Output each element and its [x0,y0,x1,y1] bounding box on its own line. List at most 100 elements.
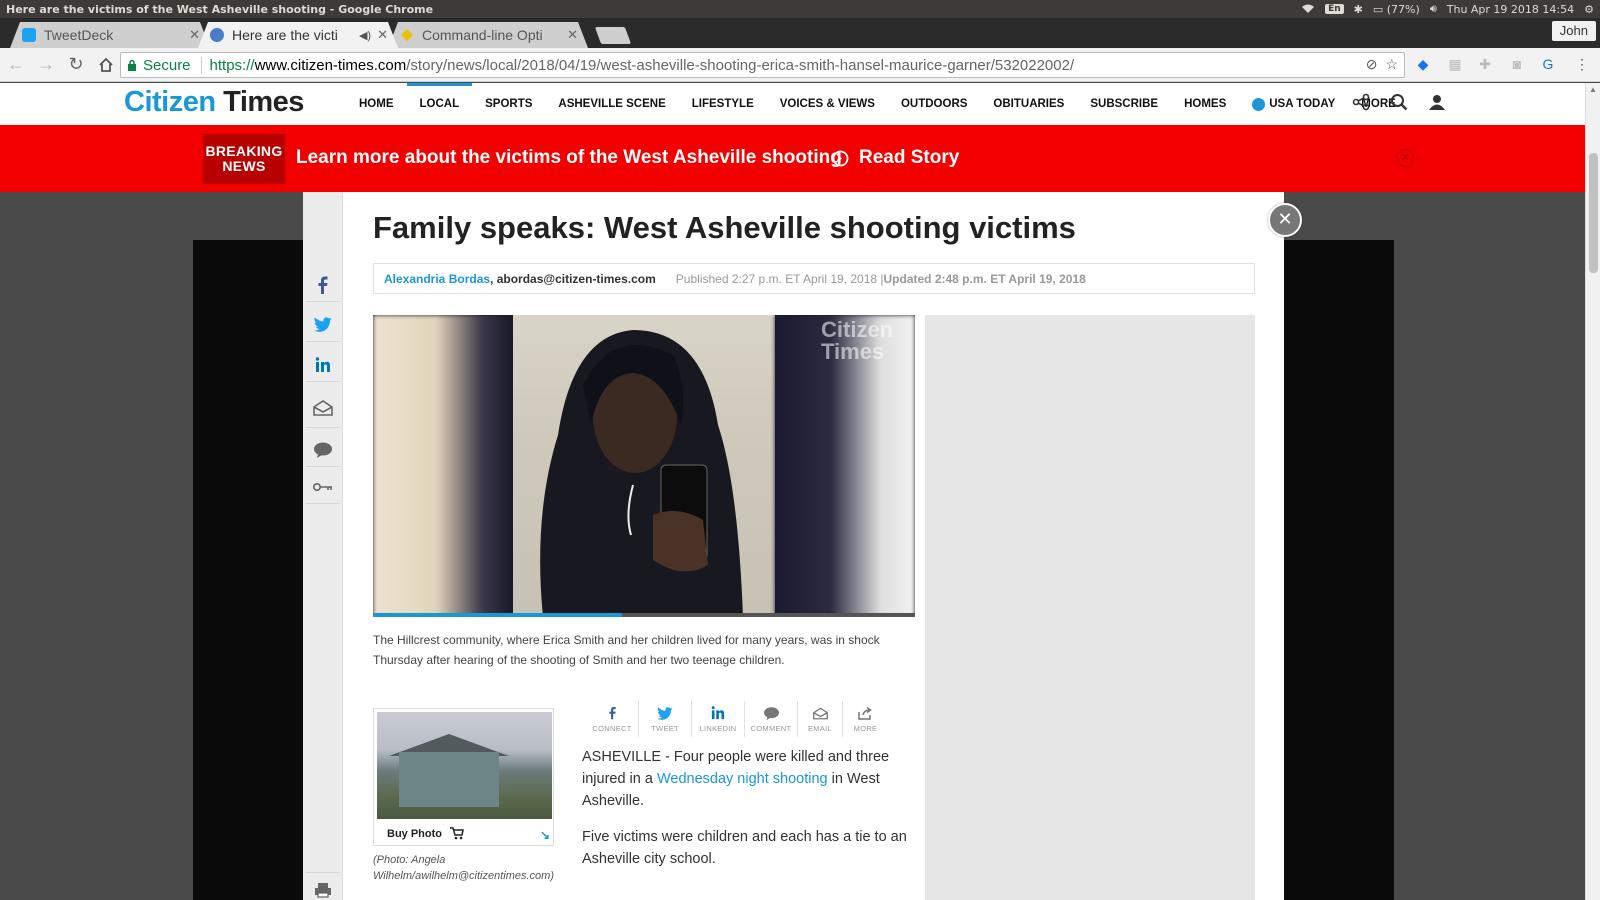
envelope-icon [812,706,828,719]
author-link[interactable]: Alexandria Bordas [384,272,490,286]
clock[interactable]: Thu Apr 19 2018 14:54 [1447,3,1574,16]
bookmark-star-icon[interactable]: ☆ [1385,56,1398,73]
rss-icon[interactable]: ▦ [1445,54,1465,74]
keyboard-layout-indicator[interactable]: En [1325,4,1344,14]
scroll-up-arrow-icon[interactable]: ▲ [1589,85,1597,94]
extension-puzzle-icon[interactable]: ✚ [1475,54,1495,74]
camera-icon[interactable]: ◙ [1507,54,1527,74]
wednesday-shooting-link[interactable]: Wednesday night shooting [657,771,828,787]
nav-usa-today[interactable]: USA TODAY [1239,83,1348,125]
wifi-icon[interactable] [1301,4,1315,14]
overlay-backdrop-right [1284,240,1394,900]
video-frame [513,315,775,617]
tool-tweet[interactable]: TWEET [639,701,692,737]
citizen-times-favicon-icon [210,28,224,42]
twitter-icon [657,706,673,720]
facebook-share-button[interactable] [306,268,340,302]
tool-connect[interactable]: CONNECT [586,701,639,737]
article-body: ASHEVILLE - Four people were killed and … [582,746,907,884]
nav-home[interactable]: HOME [346,83,407,125]
nav-homes[interactable]: HOMES [1171,83,1239,125]
photo-watermark: Citizen Times [821,317,894,364]
close-overlay-button[interactable]: ✕ [1268,203,1302,237]
bluetooth-icon[interactable]: ✱ [1354,3,1363,16]
blocked-content-icon[interactable]: ⊘ [1366,56,1378,73]
home-icon [99,57,113,72]
key-share-button[interactable] [306,470,340,504]
twitter-share-button[interactable] [306,308,340,342]
share-arrow-icon [858,706,872,720]
settings-gear-icon[interactable]: ⚙ [1584,3,1594,16]
tool-more[interactable]: MORE [843,701,888,737]
translate-icon[interactable]: G [1538,54,1558,74]
house-photo[interactable] [377,712,552,819]
email-share-button[interactable] [306,388,340,428]
breaking-news-tag: BREAKING NEWS [203,134,285,184]
envelope-icon [313,399,333,416]
security-indicator[interactable]: Secure [127,56,202,74]
comment-bubble-icon [763,706,779,720]
breaking-headline[interactable]: Learn more about the victims of the West… [296,147,842,169]
scrollbar-thumb[interactable] [1589,153,1598,273]
nav-local[interactable]: LOCAL [406,83,473,125]
article-tool-row: CONNECT TWEET LINKEDIN COMMENT EMAIL MOR… [586,701,888,741]
battery-indicator[interactable]: ▭ (77%) [1373,3,1420,16]
nav-outdoors[interactable]: OUTDOORS [888,83,980,125]
new-tab-button[interactable] [594,27,632,44]
page-scrollbar[interactable]: ▲ [1585,83,1600,900]
lead-video[interactable]: Citizen Times [373,315,915,617]
share-icon[interactable] [1352,93,1370,111]
tab-strip: TweetDeck ✕ Here are the victi ◀) ✕ Comm… [0,18,1600,48]
url-path: /story/news/local/2018/04/19/west-ashevi… [406,56,1075,74]
tool-email[interactable]: EMAIL [798,701,843,737]
breaking-news-banner[interactable]: BREAKING NEWS Learn more about the victi… [0,125,1585,192]
battery-icon: ▭ [1372,2,1384,16]
tab-command-line-options[interactable]: Command-line Opti ✕ [388,22,588,48]
user-account-icon[interactable] [1428,93,1446,111]
video-progress-bar[interactable] [373,613,915,617]
address-bar[interactable]: Secure https://www.citizen-times.com/sto… [120,52,1405,78]
buy-photo-label: Buy Photo [387,827,442,840]
nav-obituaries[interactable]: OBITUARIES [980,83,1077,125]
print-button[interactable] [306,872,340,900]
home-button[interactable] [92,51,120,79]
tab-close-icon[interactable]: ✕ [377,27,388,43]
tab-close-icon[interactable]: ✕ [189,27,200,43]
page-viewport: Citizen Times HOME LOCAL SPORTS ASHEVILL… [0,83,1585,900]
audio-playing-icon[interactable]: ◀) [359,29,371,42]
omnibox-actions: ⊘ ☆ [1366,56,1398,73]
ad-placeholder [925,315,1255,900]
extension-graduation-icon[interactable]: ◆ [1413,54,1433,74]
tool-comment[interactable]: COMMENT [745,701,798,737]
nav-usa-today-label: USA TODAY [1269,98,1336,110]
buy-photo-button[interactable]: Buy Photo [387,827,464,840]
expand-photo-icon[interactable]: ↘ [540,828,550,842]
comment-bubble-icon [314,442,332,458]
search-icon[interactable] [1390,93,1408,111]
nav-subscribe[interactable]: SUBSCRIBE [1077,83,1171,125]
pencil-favicon-icon [401,29,413,41]
tab-tweetdeck[interactable]: TweetDeck ✕ [10,22,210,48]
chrome-menu-icon[interactable]: ⋮ [1572,54,1592,74]
tab-close-icon[interactable]: ✕ [567,27,578,43]
read-story-link[interactable]: Read Story [832,147,959,169]
photo-thumbnail[interactable]: Buy Photo ↘ [373,708,554,846]
nav-lifestyle[interactable]: LIFESTYLE [679,83,767,125]
selfie-image [540,330,743,617]
linkedin-share-button[interactable] [306,348,340,382]
reload-button[interactable]: ↻ [62,51,90,79]
tool-linkedin[interactable]: LINKEDIN [692,701,745,737]
nav-sports[interactable]: SPORTS [472,83,545,125]
back-button[interactable]: ← [2,51,30,79]
comment-button[interactable] [306,433,340,467]
tool-label: LINKEDIN [699,724,737,733]
breaking-close-icon[interactable]: ✕ [1396,149,1414,167]
profile-button[interactable]: John [1551,21,1596,41]
forward-button[interactable]: → [32,51,60,79]
volume-icon[interactable]: 🔊︎ [1430,2,1437,16]
nav-asheville-scene[interactable]: ASHEVILLE SCENE [545,83,678,125]
tab-citizen-times[interactable]: Here are the victi ◀) ✕ [198,22,398,48]
nav-voices-views[interactable]: VOICES & VIEWS [767,83,888,125]
video-progress-fill [373,613,623,617]
citizen-times-logo[interactable]: Citizen Times [124,86,304,119]
